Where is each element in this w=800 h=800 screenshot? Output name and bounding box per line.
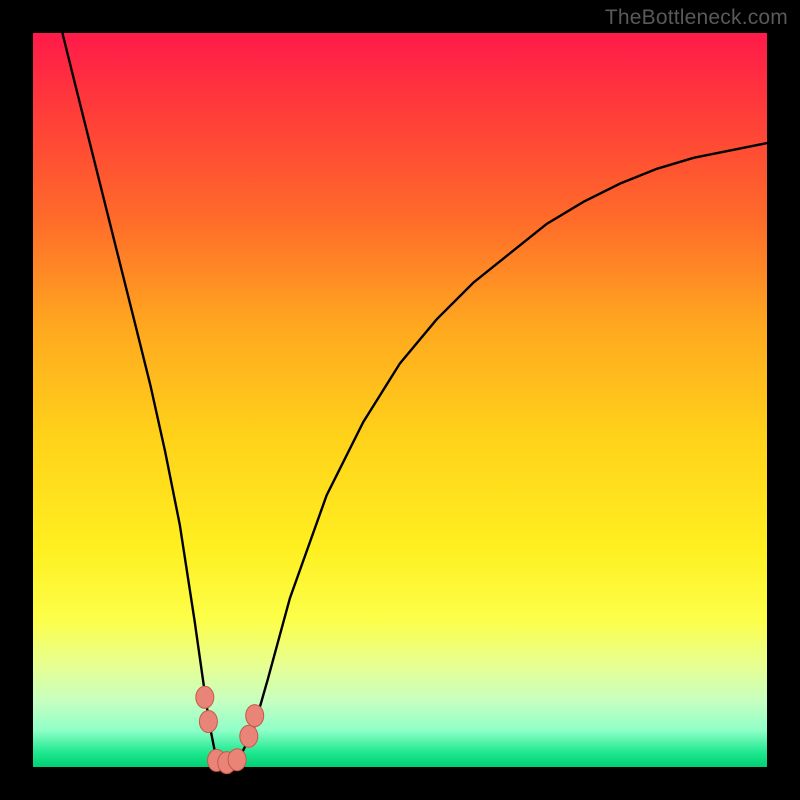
watermark-text: TheBottleneck.com	[605, 6, 788, 30]
bottleneck-curve	[62, 33, 767, 767]
chart-svg	[33, 33, 767, 767]
data-markers	[196, 686, 264, 773]
chart-frame: TheBottleneck.com	[0, 0, 800, 800]
marker-a	[196, 686, 214, 708]
plot-area	[33, 33, 767, 767]
marker-b	[199, 711, 217, 733]
marker-e	[228, 749, 246, 771]
marker-g	[246, 705, 264, 727]
marker-f	[240, 725, 258, 747]
